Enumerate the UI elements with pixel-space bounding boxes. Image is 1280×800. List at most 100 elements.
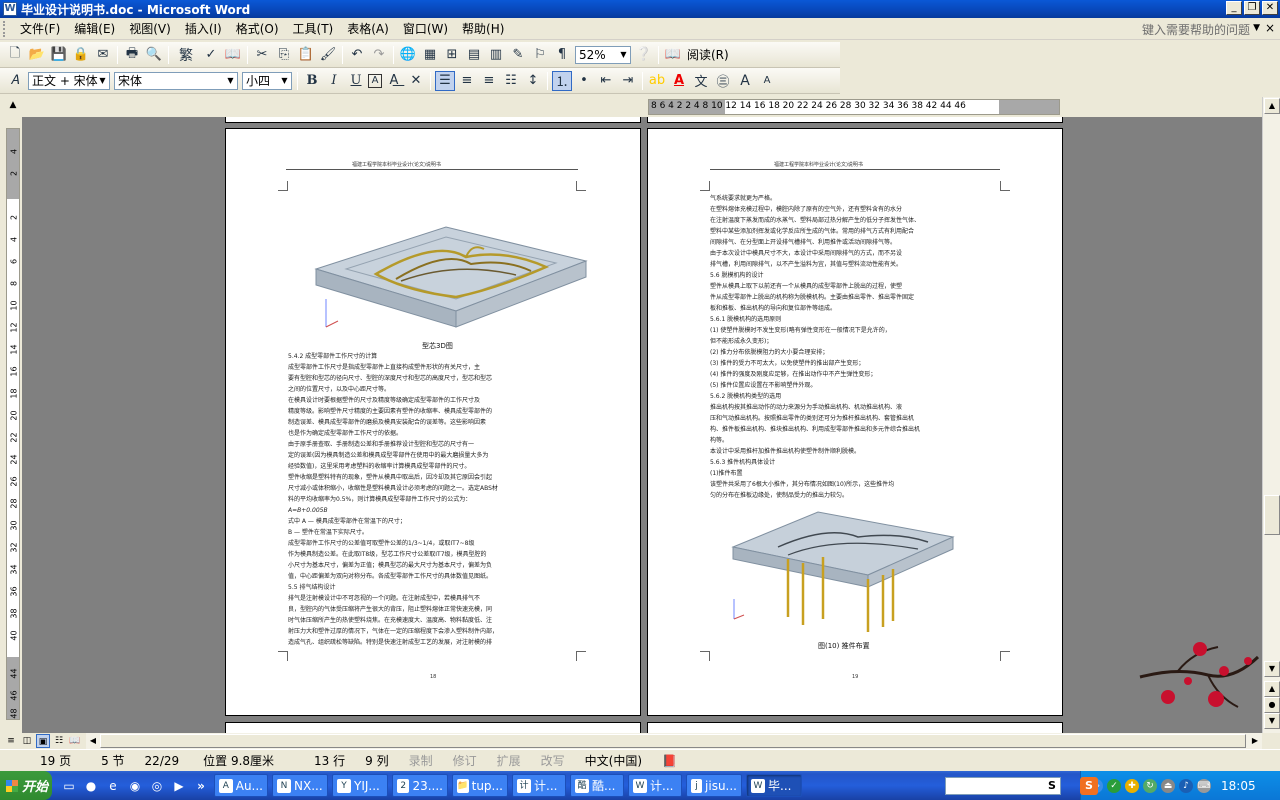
spelling-status-icon[interactable]: 📕 [652, 754, 687, 768]
update-icon[interactable]: ↻ [1143, 778, 1157, 793]
web-layout-icon[interactable]: ◫ [20, 734, 34, 748]
enclose-char-icon[interactable]: ㊂ [713, 71, 733, 91]
research-icon[interactable]: 📖 [223, 45, 243, 65]
task-word-calc[interactable]: W 计... [628, 774, 682, 797]
task-jisu[interactable]: j jisu... [686, 774, 742, 797]
security-shield-icon[interactable]: ✓ [1107, 778, 1121, 793]
scroll-up-icon[interactable]: ▲ [1264, 98, 1280, 114]
shrink-font-button[interactable]: A [757, 71, 777, 91]
tables-borders-icon[interactable]: ▦ [420, 45, 440, 65]
start-button[interactable]: 开始 [0, 771, 52, 800]
font-color-button[interactable]: A [669, 71, 689, 91]
columns-icon[interactable]: ▥ [486, 45, 506, 65]
read-mode-button[interactable]: 阅读(R) [687, 46, 729, 63]
hyperlink-icon[interactable]: 🌐 [398, 45, 418, 65]
underline-button[interactable]: U [346, 71, 366, 91]
clock[interactable]: 18:05 [1221, 779, 1256, 793]
menu-insert[interactable]: 插入(I) [178, 18, 229, 40]
next-page-icon[interactable]: ▼ [1264, 713, 1280, 729]
permission-icon[interactable]: 🔒 [71, 45, 91, 65]
menu-format[interactable]: 格式(O) [229, 18, 286, 40]
menu-file[interactable]: 文件(F) [13, 18, 67, 40]
scroll-down-icon[interactable]: ▼ [1264, 661, 1280, 677]
email-icon[interactable]: ✉ [93, 45, 113, 65]
quicklaunch-firefox-icon[interactable]: ◉ [126, 777, 144, 795]
show-hide-icon[interactable]: ¶ [552, 45, 572, 65]
phonetic-guide-icon[interactable]: 文 [691, 71, 711, 91]
align-right-icon[interactable]: ≡ [479, 71, 499, 91]
font-combo[interactable]: 宋体 ▼ [114, 71, 238, 90]
maximize-button[interactable]: ❐ [1244, 1, 1260, 15]
horizontal-ruler[interactable]: 8 6 4 2 2 4 8 10 12 14 16 18 20 22 24 26… [648, 99, 1060, 115]
new-document-icon[interactable]: 🗋 [5, 45, 25, 65]
numbering-icon[interactable]: ⒈ [552, 70, 572, 91]
input-method-icon[interactable]: ⌨ [1197, 778, 1211, 793]
scroll-right-icon[interactable]: ▶ [1248, 734, 1262, 748]
task-23[interactable]: 2 23.... [392, 774, 448, 797]
chevron-down-icon[interactable]: ▼ [96, 73, 109, 89]
chevron-down-icon[interactable]: ▼ [278, 73, 291, 89]
spelling-icon[interactable]: ✓ [201, 45, 221, 65]
task-yij[interactable]: Y YIJ... [332, 774, 388, 797]
print-preview-icon[interactable]: 🔍 [144, 45, 164, 65]
usb-icon[interactable]: ⏏ [1161, 778, 1175, 793]
browse-object-icon[interactable]: ● [1264, 697, 1280, 713]
open-folder-icon[interactable]: 📂 [27, 45, 47, 65]
menu-grip[interactable] [3, 20, 7, 37]
trad-simpl-button[interactable]: 繁 [173, 45, 199, 65]
menu-tools[interactable]: 工具(T) [286, 18, 341, 40]
task-autocad[interactable]: A Au... [214, 774, 268, 797]
insert-excel-icon[interactable]: ▤ [464, 45, 484, 65]
align-justify-icon[interactable]: ☰ [435, 70, 455, 91]
redo-icon[interactable]: ↷ [369, 45, 389, 65]
document-close-button[interactable]: × [1265, 21, 1275, 35]
taskbar-search-input[interactable]: S [945, 777, 1061, 795]
quicklaunch-show-desktop-icon[interactable]: ▭ [60, 777, 78, 795]
task-tup-folder[interactable]: 📁 tup... [452, 774, 508, 797]
word-app-icon[interactable]: W [3, 2, 17, 16]
highlight-icon[interactable]: ab [647, 71, 667, 91]
increase-indent-icon[interactable]: ⇥ [618, 71, 638, 91]
decrease-indent-icon[interactable]: ⇤ [596, 71, 616, 91]
close-button[interactable]: ✕ [1262, 1, 1278, 15]
grow-font-button[interactable]: A [735, 71, 755, 91]
quicklaunch-ie-icon[interactable]: e [104, 777, 122, 795]
undo-icon[interactable]: ↶ [347, 45, 367, 65]
task-kugou[interactable]: 酷酷... [570, 774, 624, 797]
status-trk[interactable]: 修订 [443, 752, 487, 769]
zoom-combo[interactable]: 52% ▼ [575, 45, 631, 64]
antivirus-icon[interactable]: ✚ [1125, 778, 1139, 793]
outline-view-icon[interactable]: ☷ [52, 734, 66, 748]
page-19[interactable]: 福建工程学院本科毕业设计(论文)说明书 气系统要求就更为严格。 在塑料熔体充模过… [647, 128, 1063, 716]
help-icon[interactable]: ❔ [634, 45, 654, 65]
reading-layout-icon[interactable]: 📖 [68, 734, 82, 748]
quicklaunch-media-icon[interactable]: ▶ [170, 777, 188, 795]
format-painter-icon[interactable]: 🖌 [318, 45, 338, 65]
previous-page-icon[interactable]: ▲ [1264, 681, 1280, 697]
align-center-icon[interactable]: ≡ [457, 71, 477, 91]
insert-table-icon[interactable]: ⊞ [442, 45, 462, 65]
print-layout-icon[interactable]: ▣ [36, 734, 50, 748]
char-border-button[interactable]: A [368, 73, 382, 88]
search-button[interactable]: S [1045, 779, 1059, 793]
font-size-combo[interactable]: 小四 ▼ [242, 71, 292, 90]
italic-button[interactable]: I [324, 71, 344, 91]
drawing-icon[interactable]: ✎ [508, 45, 528, 65]
menu-table[interactable]: 表格(A) [340, 18, 396, 40]
styles-formatting-icon[interactable]: 𝐴 [5, 71, 25, 91]
status-rec[interactable]: 录制 [399, 752, 443, 769]
volume-icon[interactable]: ♪ [1179, 778, 1193, 793]
task-calc[interactable]: 计计... [512, 774, 566, 797]
line-spacing-icon[interactable]: ↕ [523, 71, 543, 91]
cut-icon[interactable]: ✂ [252, 45, 272, 65]
minimize-button[interactable]: _ [1226, 1, 1242, 15]
read-mode-icon[interactable]: 📖 [663, 45, 683, 65]
normal-view-icon[interactable]: ≡ [4, 734, 18, 748]
status-ext[interactable]: 扩展 [487, 752, 531, 769]
vertical-ruler[interactable]: 4 2 2 4 6 8 10 12 14 16 18 20 22 24 26 2… [6, 128, 20, 720]
paste-icon[interactable]: 📋 [296, 45, 316, 65]
quicklaunch-browser-icon[interactable]: ◎ [148, 777, 166, 795]
vertical-scroll-thumb[interactable] [1264, 495, 1280, 535]
document-workspace[interactable]: 福建工程学院本科毕业设计(论文)说明书 型芯3D图 5.4.2 成型零部件工作尺… [22, 117, 1262, 733]
menu-help[interactable]: 帮助(H) [455, 18, 511, 40]
